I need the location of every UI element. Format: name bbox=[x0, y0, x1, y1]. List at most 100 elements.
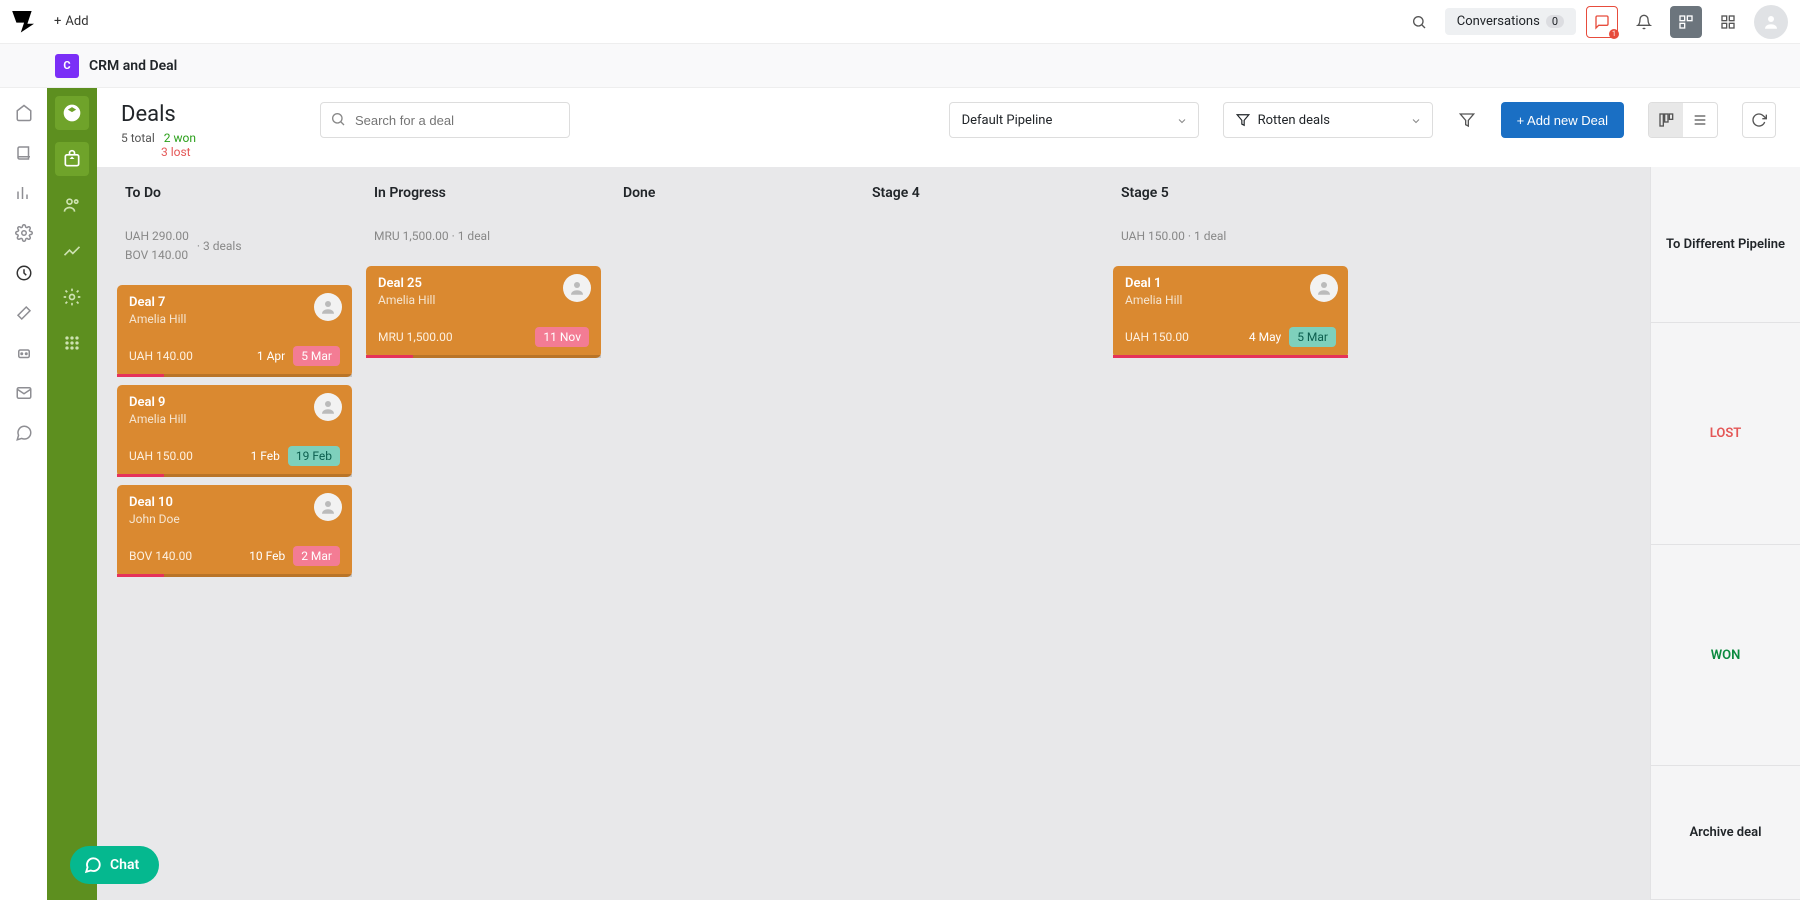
gear-icon[interactable] bbox=[13, 222, 35, 244]
deal-card[interactable]: Deal 10John DoeBOV 140.0010 Feb2 Mar bbox=[117, 485, 352, 577]
kanban-column: Done bbox=[609, 167, 856, 900]
pipeline-label: Default Pipeline bbox=[962, 113, 1053, 128]
deals-stats: 5 total 2 won 3 lost bbox=[121, 131, 196, 159]
filter-icon[interactable] bbox=[1457, 102, 1477, 138]
add-button[interactable]: + Add bbox=[54, 14, 89, 29]
card-amount: UAH 150.00 bbox=[1125, 330, 1189, 344]
conversations-count-badge: 0 bbox=[1546, 15, 1564, 28]
filter-label: Rotten deals bbox=[1258, 113, 1330, 128]
right-panel: To Different Pipeline LOST WON Archive d… bbox=[1650, 167, 1800, 900]
search-input[interactable] bbox=[320, 102, 570, 138]
kanban-view-icon[interactable] bbox=[1649, 103, 1683, 137]
chat-widget[interactable]: Chat bbox=[70, 846, 159, 884]
column-summary: MRU 1,500.00 · 1 deal bbox=[374, 227, 593, 246]
column-summary: UAH 150.00 · 1 deal bbox=[1121, 227, 1340, 246]
deal-card[interactable]: Deal 1Amelia HillUAH 150.004 May5 Mar bbox=[1113, 266, 1348, 358]
card-badge: 2 Mar bbox=[293, 546, 340, 566]
dashboard-icon[interactable] bbox=[1670, 6, 1702, 38]
add-label: Add bbox=[65, 14, 88, 29]
settings-icon[interactable] bbox=[55, 280, 89, 314]
card-title: Deal 1 bbox=[1125, 276, 1336, 291]
chevron-down-icon bbox=[1410, 115, 1422, 127]
home-icon[interactable] bbox=[13, 102, 35, 124]
pipeline-select[interactable]: Default Pipeline bbox=[949, 102, 1199, 138]
search-input-icon bbox=[330, 111, 346, 127]
chat-label: Chat bbox=[110, 857, 139, 873]
reports-icon[interactable] bbox=[55, 234, 89, 268]
progress-bar bbox=[117, 474, 352, 477]
sidebar-sub bbox=[47, 88, 97, 900]
card-amount: UAH 140.00 bbox=[129, 349, 193, 363]
titlebar: C CRM and Deal bbox=[0, 44, 1800, 88]
deals-icon[interactable] bbox=[55, 142, 89, 176]
page-title: CRM and Deal bbox=[89, 58, 177, 74]
chevron-down-icon bbox=[1176, 115, 1188, 127]
kanban-column: Stage 4 bbox=[858, 167, 1105, 900]
card-title: Deal 7 bbox=[129, 295, 340, 310]
card-amount: MRU 1,500.00 bbox=[378, 330, 453, 344]
card-person: Amelia Hill bbox=[129, 312, 340, 326]
add-deal-button[interactable]: + Add new Deal bbox=[1501, 102, 1624, 138]
card-person: Amelia Hill bbox=[378, 293, 589, 307]
card-title: Deal 10 bbox=[129, 495, 340, 510]
column-title: Stage 5 bbox=[1121, 185, 1340, 201]
card-date: 1 Apr bbox=[257, 349, 285, 363]
card-badge: 5 Mar bbox=[1289, 327, 1336, 347]
rp-archive[interactable]: Archive deal bbox=[1651, 766, 1800, 900]
conversations-label: Conversations bbox=[1457, 14, 1540, 29]
column-title: Stage 4 bbox=[872, 185, 1091, 201]
comment-icon[interactable] bbox=[13, 422, 35, 444]
card-person: Amelia Hill bbox=[129, 412, 340, 426]
card-badge: 19 Feb bbox=[288, 446, 340, 466]
bell-icon[interactable] bbox=[1628, 6, 1660, 38]
funnel-icon bbox=[1236, 113, 1250, 127]
deal-card[interactable]: Deal 7 Amelia Hill UAH 140.00 1 Apr 5 Mar bbox=[117, 285, 352, 377]
book-icon[interactable] bbox=[13, 142, 35, 164]
won-label: 2 won bbox=[164, 131, 196, 145]
rp-different-pipeline[interactable]: To Different Pipeline bbox=[1651, 167, 1800, 323]
card-badge: 11 Nov bbox=[535, 327, 589, 347]
robot-icon[interactable] bbox=[13, 342, 35, 364]
progress-bar bbox=[366, 355, 601, 358]
card-amount: UAH 150.00 bbox=[129, 449, 193, 463]
column-title: Done bbox=[623, 185, 842, 201]
progress-bar bbox=[1113, 355, 1348, 358]
messages-icon[interactable]: 1 bbox=[1586, 6, 1618, 38]
card-date: 4 May bbox=[1249, 330, 1281, 344]
module-logo-icon[interactable] bbox=[55, 96, 89, 130]
mail-icon[interactable] bbox=[13, 382, 35, 404]
contacts-icon[interactable] bbox=[55, 188, 89, 222]
filter-select[interactable]: Rotten deals bbox=[1223, 102, 1433, 138]
card-badge: 5 Mar bbox=[293, 346, 340, 366]
kanban-board: To DoUAH 290.00BOV 140.00· 3 dealsDeal 7… bbox=[97, 167, 1650, 900]
conversations-button[interactable]: Conversations 0 bbox=[1445, 8, 1576, 35]
deal-card[interactable]: Deal 25Amelia HillMRU 1,500.0011 Nov bbox=[366, 266, 601, 358]
more-apps-icon[interactable] bbox=[55, 326, 89, 360]
card-date: 10 Feb bbox=[249, 549, 285, 563]
list-view-icon[interactable] bbox=[1683, 103, 1717, 137]
module-icon: C bbox=[55, 54, 79, 78]
view-toggle bbox=[1648, 102, 1718, 138]
card-person: John Doe bbox=[129, 512, 340, 526]
user-avatar[interactable] bbox=[1754, 5, 1788, 39]
progress-bar bbox=[117, 574, 352, 577]
rp-lost[interactable]: LOST bbox=[1651, 323, 1800, 545]
apps-grid-icon[interactable] bbox=[1712, 6, 1744, 38]
person-avatar-icon bbox=[1310, 274, 1338, 302]
rp-won[interactable]: WON bbox=[1651, 545, 1800, 767]
person-avatar-icon bbox=[563, 274, 591, 302]
column-title: To Do bbox=[125, 185, 344, 201]
wand-icon[interactable] bbox=[13, 302, 35, 324]
progress-bar bbox=[117, 374, 352, 377]
topbar: + Add Conversations 0 1 bbox=[0, 0, 1800, 44]
sidebar-main bbox=[0, 88, 47, 900]
chart-icon[interactable] bbox=[13, 182, 35, 204]
search-icon[interactable] bbox=[1403, 6, 1435, 38]
card-title: Deal 9 bbox=[129, 395, 340, 410]
crm-icon[interactable] bbox=[13, 262, 35, 284]
refresh-icon[interactable] bbox=[1742, 102, 1776, 138]
deals-title: Deals bbox=[121, 102, 196, 127]
deal-card[interactable]: Deal 9Amelia HillUAH 150.001 Feb19 Feb bbox=[117, 385, 352, 477]
kanban-column: To DoUAH 290.00BOV 140.00· 3 dealsDeal 7… bbox=[111, 167, 358, 900]
chat-bubble-icon bbox=[84, 856, 102, 874]
